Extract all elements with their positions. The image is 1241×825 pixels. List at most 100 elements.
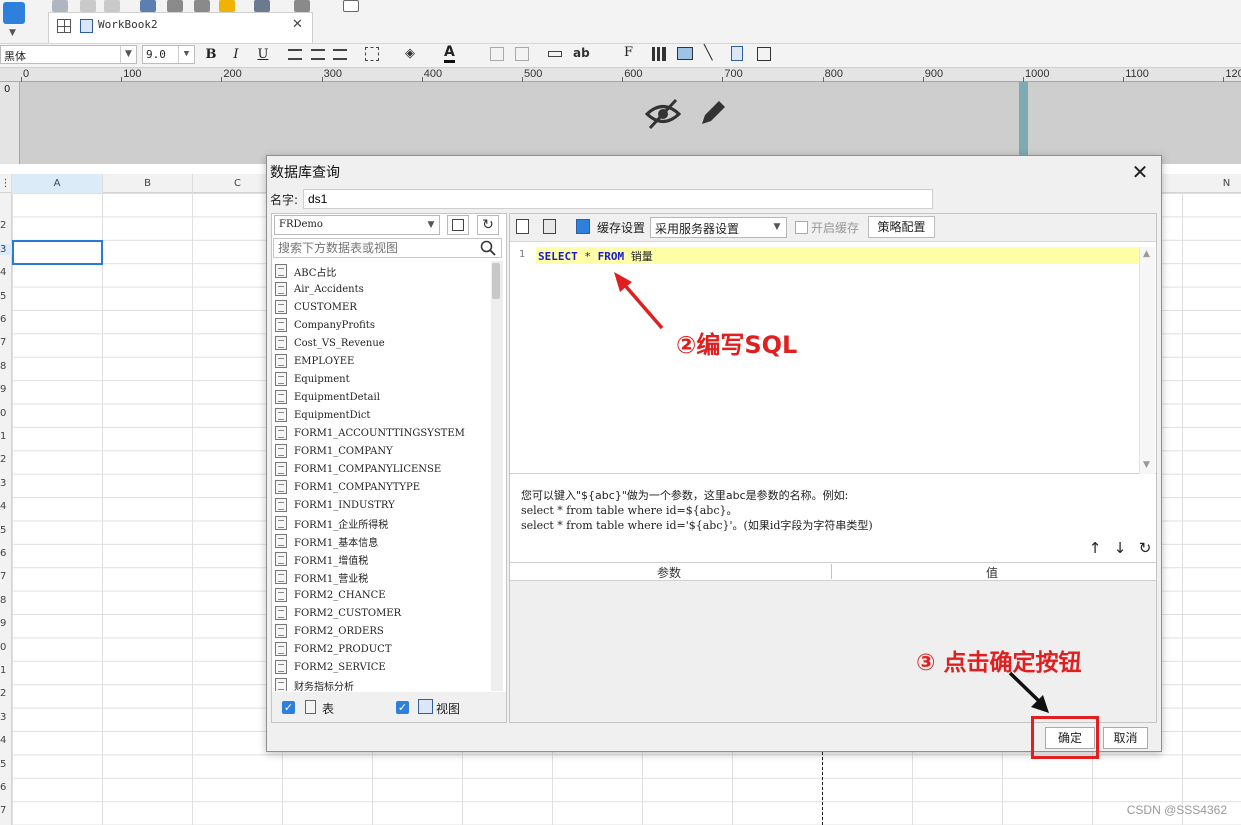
move-down-icon[interactable]: ↓ [1111, 539, 1129, 557]
editor-scrollbar[interactable]: ▲ ▼ [1139, 247, 1155, 474]
table-list-item[interactable]: FORM2_SERVICE [275, 658, 386, 676]
row-header-cell[interactable]: 2 [0, 454, 12, 465]
save-sql-icon[interactable] [543, 219, 556, 234]
font-family-select[interactable]: 黑体 ▼ [0, 45, 137, 64]
row-header-cell[interactable]: 2 [0, 688, 12, 699]
row-header-cell[interactable]: 3 [0, 243, 12, 255]
pencil-icon[interactable] [697, 97, 729, 129]
merge-cells-icon[interactable] [490, 47, 504, 61]
table-list-item[interactable]: 财务指标分析 [275, 676, 354, 691]
row-header-cell[interactable]: 3 [0, 712, 12, 723]
table-list-item[interactable]: FORM1_增值税 [275, 550, 368, 568]
row-header-cell[interactable]: 6 [0, 314, 12, 325]
row-header-cell[interactable]: 0 [0, 642, 12, 653]
row-header-cell[interactable]: 2 [0, 220, 12, 231]
show-views-checkbox[interactable]: ✓ [396, 701, 409, 714]
paste-icon[interactable] [194, 0, 210, 12]
table-list-item[interactable]: FORM1_基本信息 [275, 532, 378, 550]
table-list-item[interactable]: FORM1_企业所得税 [275, 514, 388, 532]
row-header-cell[interactable]: 7 [0, 571, 12, 582]
align-left-icon[interactable] [288, 49, 302, 60]
row-header-cell[interactable]: 7 [0, 337, 12, 348]
copy-icon[interactable] [167, 0, 183, 12]
row-header-cell[interactable]: 6 [0, 548, 12, 559]
table-list-item[interactable]: CompanyProfits [275, 316, 375, 334]
chevron-down-icon[interactable]: ▼ [178, 46, 194, 63]
row-header-cell[interactable]: 0 [0, 408, 12, 419]
edit-connection-button[interactable] [447, 215, 469, 235]
row-header-cell[interactable]: 9 [0, 618, 12, 629]
cut-icon[interactable] [140, 0, 156, 12]
align-right-icon[interactable] [333, 49, 347, 60]
column-header-b[interactable]: B [103, 174, 193, 193]
column-header-a[interactable]: A [12, 174, 103, 193]
cache-mode-select[interactable]: 采用服务器设置 ▼ [650, 217, 787, 238]
preview-data-icon[interactable] [516, 219, 529, 234]
row-header-cell[interactable]: 1 [0, 431, 12, 442]
table-list-item[interactable]: Air_Accidents [275, 280, 364, 298]
font-size-select[interactable]: 9.0 ▼ [142, 45, 195, 64]
table-list-item[interactable]: FORM2_PRODUCT [275, 640, 392, 658]
row-header-cell[interactable]: 4 [0, 267, 12, 278]
italic-button[interactable]: I [228, 47, 244, 62]
row-header-cell[interactable]: 7 [0, 805, 12, 816]
align-center-icon[interactable] [311, 49, 325, 60]
app-menu-icon[interactable] [3, 2, 25, 24]
cancel-button[interactable]: 取消 [1103, 727, 1148, 749]
column-header-n[interactable]: N [1183, 174, 1241, 193]
chevron-down-icon[interactable]: ▼ [423, 216, 439, 234]
row-header-cell[interactable]: 9 [0, 384, 12, 395]
underline-button[interactable]: U [255, 47, 271, 62]
scroll-up-icon[interactable]: ▲ [1143, 249, 1150, 259]
table-list-item[interactable]: ABC占比 [275, 262, 336, 280]
datasource-select[interactable]: FRDemo ▼ [274, 215, 440, 235]
row-header-cell[interactable]: 8 [0, 595, 12, 606]
search-icon[interactable] [480, 240, 496, 256]
table-list-item[interactable]: FORM1_COMPANY [275, 442, 393, 460]
row-header-cell[interactable]: 4 [0, 501, 12, 512]
table-list-item[interactable]: Equipment [275, 370, 350, 388]
text-ab-icon[interactable]: ab [573, 46, 590, 60]
save-icon[interactable] [52, 0, 68, 12]
tab-close-icon[interactable]: ✕ [292, 17, 303, 32]
preview-icon[interactable] [254, 0, 270, 12]
table-search-input[interactable] [273, 238, 502, 258]
table-list-item[interactable]: EquipmentDetail [275, 388, 380, 406]
sql-editor[interactable] [510, 246, 1156, 474]
selected-cell[interactable] [12, 240, 103, 265]
chart-icon[interactable] [652, 47, 666, 61]
scroll-down-icon[interactable]: ▼ [1143, 460, 1150, 470]
table-list-item[interactable]: EquipmentDict [275, 406, 370, 424]
row-header-cell[interactable]: 1 [0, 665, 12, 676]
close-icon[interactable]: ✕ [1130, 160, 1150, 184]
strategy-config-button[interactable]: 策略配置 [868, 216, 935, 238]
text-field-icon[interactable] [548, 51, 562, 57]
classic-mode-icon[interactable] [343, 0, 359, 12]
image-icon[interactable] [677, 47, 693, 60]
refresh-tables-button[interactable]: ↻ [477, 215, 499, 235]
bold-button[interactable]: B [203, 47, 219, 62]
table-list-item[interactable]: FORM1_ACCOUNTTINGSYSTEM [275, 424, 465, 442]
format-painter-icon[interactable] [219, 0, 235, 12]
row-header-cell[interactable]: 5 [0, 759, 12, 770]
workbook-tab[interactable]: ✕ [48, 12, 313, 43]
sql-text[interactable]: SELECT * FROM 销量 [538, 248, 653, 264]
sub-report-icon[interactable] [731, 46, 743, 61]
row-header-cell[interactable]: 3 [0, 478, 12, 489]
clear-icon[interactable] [294, 0, 310, 12]
grid-icon[interactable] [57, 19, 71, 33]
font-color-icon[interactable]: A [444, 45, 455, 63]
table-list-item[interactable]: FORM1_营业税 [275, 568, 368, 586]
eye-hidden-icon[interactable] [644, 97, 682, 131]
undo-icon[interactable] [80, 0, 96, 12]
row-header-cell[interactable]: 4 [0, 735, 12, 746]
corner-cell[interactable]: ⋮ [0, 174, 12, 193]
chevron-down-icon[interactable]: ▼ [768, 218, 786, 237]
table-list-item[interactable]: FORM1_COMPANYLICENSE [275, 460, 441, 478]
table-list-item[interactable]: FORM2_CHANCE [275, 586, 386, 604]
row-header-cell[interactable]: 5 [0, 525, 12, 536]
border-style-icon[interactable] [757, 47, 771, 61]
table-list-item[interactable]: FORM1_COMPANYTYPE [275, 478, 420, 496]
refresh-params-icon[interactable]: ↻ [1136, 539, 1154, 557]
fill-color-icon[interactable]: ◈ [405, 46, 415, 61]
